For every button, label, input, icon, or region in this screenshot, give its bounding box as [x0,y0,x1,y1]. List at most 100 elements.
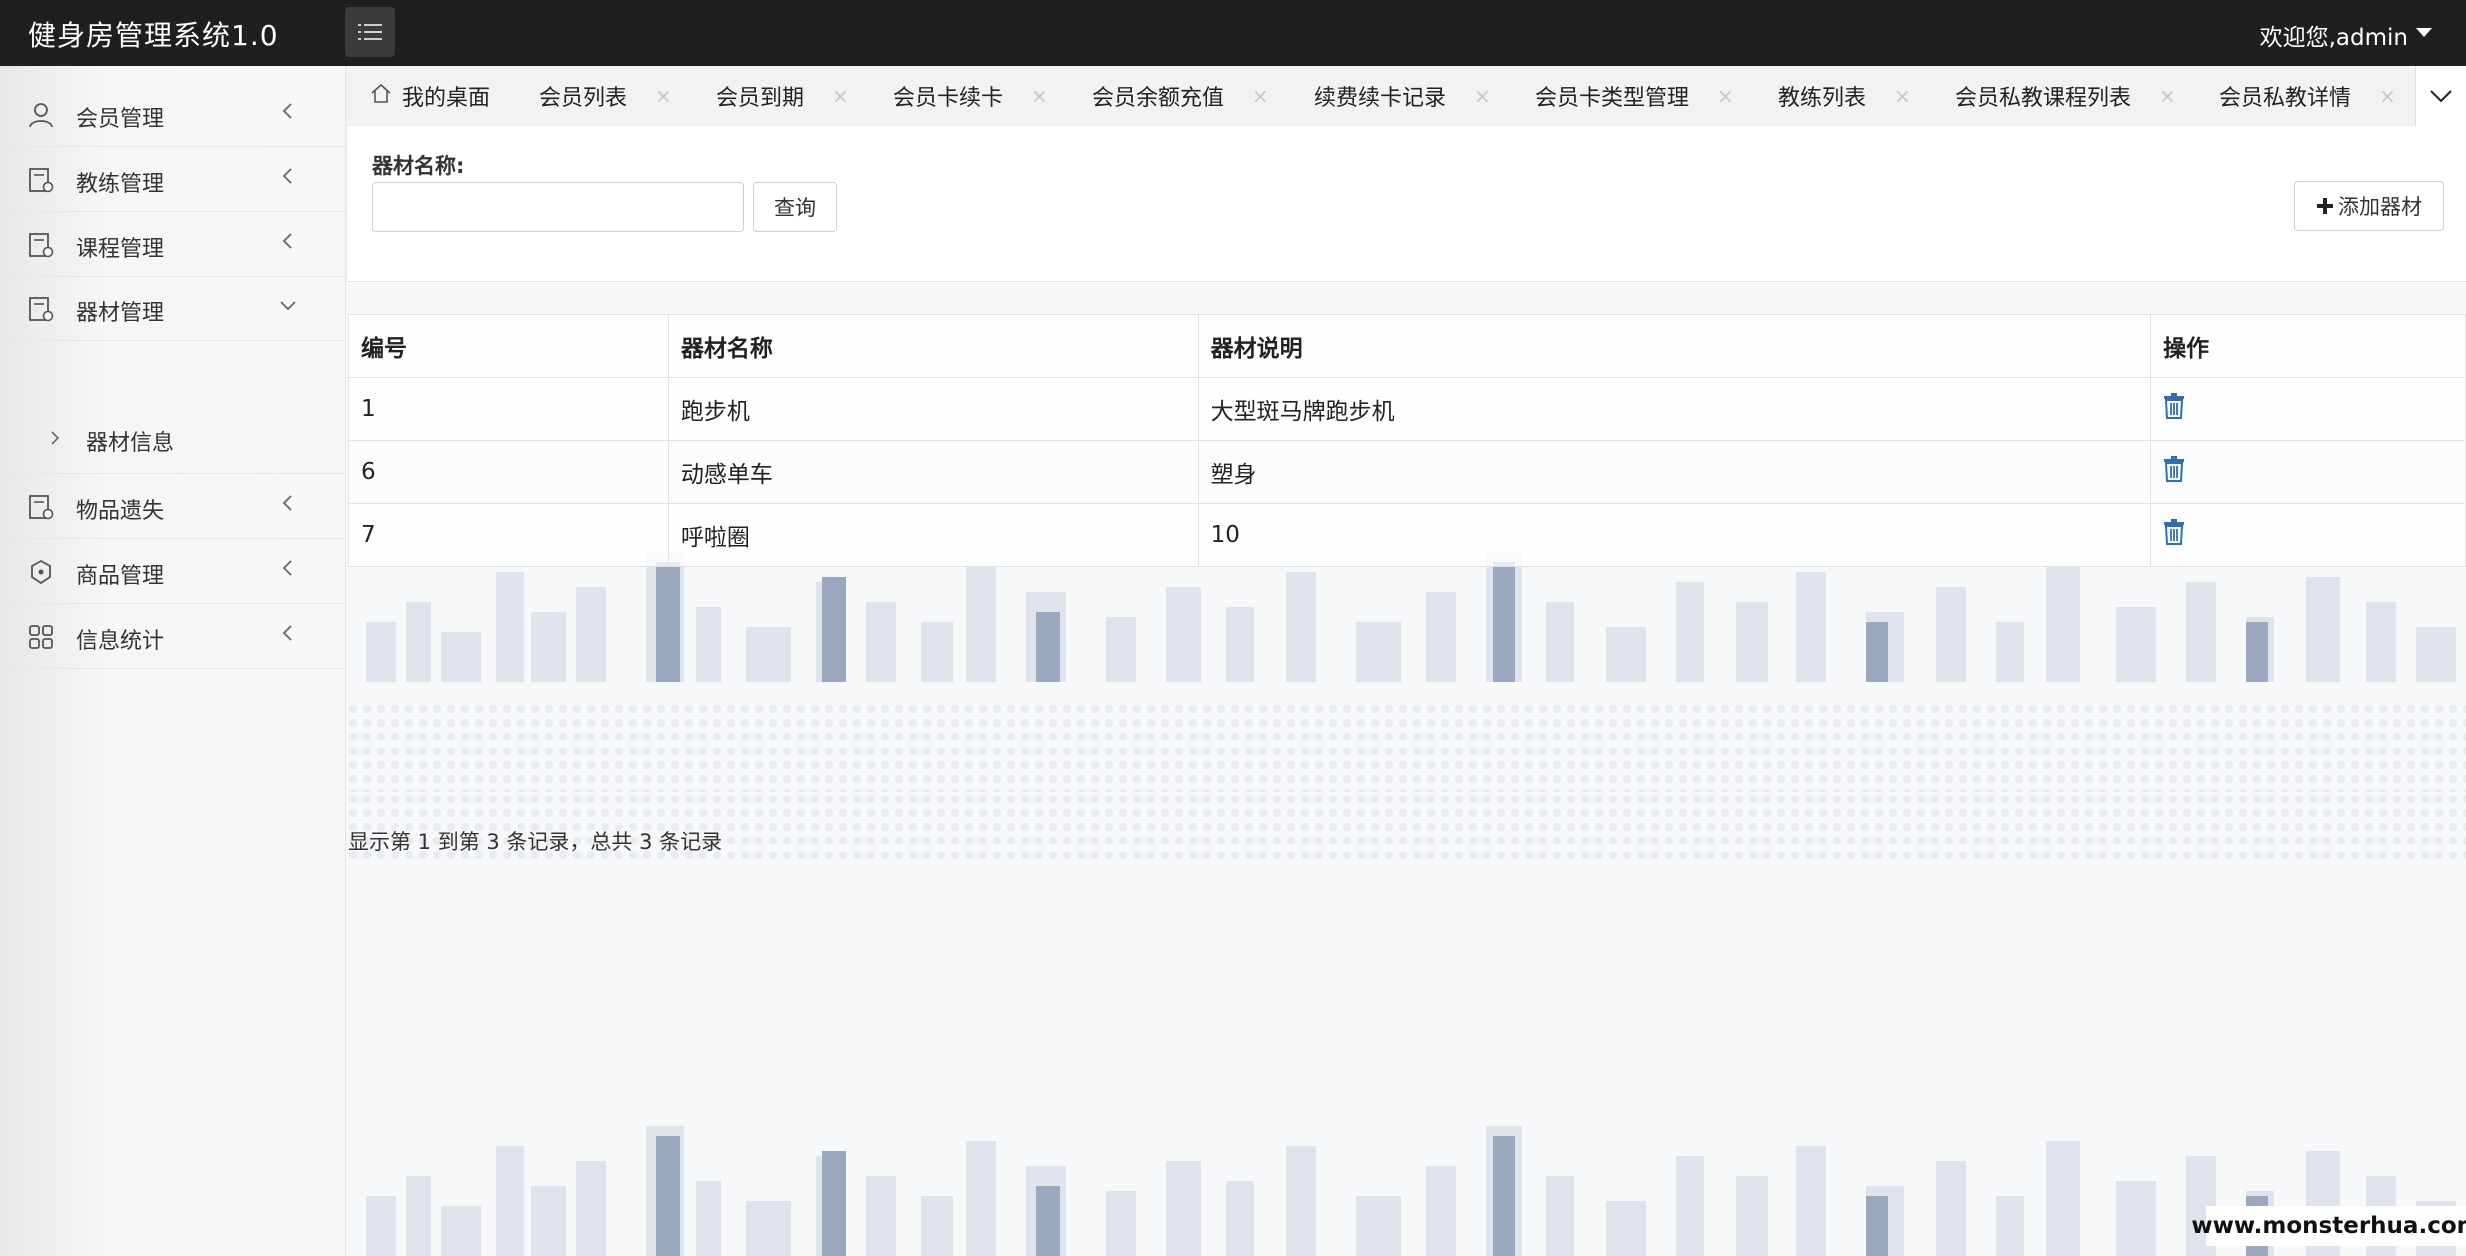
trash-icon[interactable] [2163,393,2185,419]
column-header-description[interactable]: 器材说明 [1197,314,2152,378]
chevron-left-icon [282,495,292,511]
close-icon[interactable]: × [1252,84,1269,108]
close-icon[interactable]: × [1894,84,1911,108]
cell-actions [2150,503,2466,567]
chevron-down-icon [280,301,296,311]
sidebar-subitem-equipment-info[interactable]: 器材信息 [0,405,345,474]
cell-name: 动感单车 [667,440,1199,504]
close-icon[interactable]: × [655,84,672,108]
sidebar-subitem-label: 器材信息 [86,431,175,456]
sidebar-item-member[interactable]: 会员管理 [0,82,345,147]
add-equipment-button[interactable]: 添加器材 [2294,181,2444,231]
close-icon[interactable]: × [1031,84,1048,108]
sidebar-item-coach[interactable]: 教练管理 [0,147,345,212]
tab-label: 会员到期 [716,86,805,111]
app-title: 健身房管理系统1.0 [28,19,279,52]
tab-member-expiry[interactable]: 会员到期 × [716,66,849,126]
tab-card-renewal[interactable]: 会员卡续卡 × [893,66,1048,126]
close-icon[interactable]: × [2159,84,2176,108]
column-header-actions: 操作 [2150,314,2466,378]
close-icon[interactable]: × [2379,84,2396,108]
tab-label: 会员列表 [539,86,628,111]
sidebar-item-label: 商品管理 [76,564,165,589]
table-row: 6 动感单车 塑身 [348,440,2466,504]
query-button[interactable]: 查询 [753,182,837,232]
tab-member-list[interactable]: 会员列表 × [539,66,672,126]
cell-id: 6 [348,440,669,504]
cell-id: 7 [348,503,669,567]
plus-icon [2317,198,2333,214]
table-row: 1 跑步机 大型斑马牌跑步机 [348,377,2466,441]
caret-down-icon [2416,27,2432,37]
search-panel: 器材名称: 查询 添加器材 [348,126,2466,282]
sidebar-item-label: 器材管理 [76,301,165,326]
sidebar-item-lost-items[interactable]: 物品遗失 [0,474,345,539]
tab-card-type[interactable]: 会员卡类型管理 × [1535,66,1734,126]
cell-actions [2150,440,2466,504]
cycle-icon [31,559,51,585]
chevron-left-icon [282,233,292,249]
close-icon[interactable]: × [1474,84,1491,108]
table-header-row: 编号 器材名称 器材说明 操作 [348,314,2466,378]
sidebar-item-statistics[interactable]: 信息统计 [0,604,345,669]
user-menu[interactable]: 欢迎您,admin [2260,18,2432,52]
tab-label: 会员余额充值 [1092,86,1225,111]
top-header: 健身房管理系统1.0 欢迎您,admin [0,0,2466,66]
close-icon[interactable]: × [832,84,849,108]
column-header-name[interactable]: 器材名称 [667,314,1199,378]
tab-coach-list[interactable]: 教练列表 × [1778,66,1911,126]
tab-desktop[interactable]: 我的桌面 [370,66,490,126]
tab-label: 教练列表 [1778,86,1867,111]
grid-icon [29,625,53,649]
home-icon [371,83,391,103]
skyline-decoration [366,1126,2456,1256]
tab-label: 会员卡续卡 [893,86,1004,111]
dot-pattern [346,702,2466,792]
sidebar: 会员管理 教练管理 课程管理 器材管理 器材信息 物品遗失 商品管理 信息统计 [0,66,346,1256]
trash-icon[interactable] [2163,519,2185,545]
sidebar-item-goods[interactable]: 商品管理 [0,539,345,604]
tab-balance-recharge[interactable]: 会员余额充值 × [1092,66,1269,126]
chevron-left-icon [282,625,292,641]
sidebar-item-equipment[interactable]: 器材管理 [0,276,345,341]
tab-label: 会员私教课程列表 [1955,86,2132,111]
sidebar-item-label: 课程管理 [76,237,165,262]
chevron-right-icon [51,431,60,445]
file-icon [29,168,54,193]
trash-icon[interactable] [2163,456,2185,482]
sidebar-item-label: 教练管理 [76,172,165,197]
equipment-table: 编号 器材名称 器材说明 操作 1 跑步机 大型斑马牌跑步机 6 动感单车 塑身… [348,314,2466,567]
pagination-info: 显示第 1 到第 3 条记录，总共 3 条记录 [348,830,723,854]
file-icon [29,495,54,520]
equipment-name-input[interactable] [372,182,744,232]
file-icon [29,233,54,258]
tabs-more-button[interactable] [2415,66,2466,126]
sidebar-item-label: 信息统计 [76,629,165,654]
cell-name: 跑步机 [667,377,1199,441]
close-icon[interactable]: × [1717,84,1734,108]
sidebar-item-label: 会员管理 [76,107,165,132]
chevron-left-icon [282,103,292,119]
equipment-name-label: 器材名称: [372,154,465,178]
chevron-down-icon [2430,90,2452,103]
tab-private-course-list[interactable]: 会员私教课程列表 × [1955,66,2176,126]
tab-label: 会员私教详情 [2219,86,2352,111]
user-icon [29,103,53,128]
chevron-left-icon [282,168,292,184]
column-header-id[interactable]: 编号 [348,314,669,378]
cell-description: 塑身 [1197,440,2152,504]
chevron-left-icon [282,560,292,576]
list-icon [358,24,382,40]
add-equipment-label: 添加器材 [2338,195,2422,219]
cell-id: 1 [348,377,669,441]
site-watermark: www.monsterhua.com [2191,1206,2466,1246]
cell-description: 大型斑马牌跑步机 [1197,377,2152,441]
file-icon [29,297,54,322]
cell-actions [2150,377,2466,441]
table-row: 7 呼啦圈 10 [348,503,2466,567]
menu-toggle-button[interactable] [345,7,395,57]
tab-renewal-records[interactable]: 续费续卡记录 × [1314,66,1491,126]
tab-label: 我的桌面 [402,86,491,111]
sidebar-item-course[interactable]: 课程管理 [0,212,345,277]
tab-private-course-detail[interactable]: 会员私教详情 × [2219,66,2396,126]
